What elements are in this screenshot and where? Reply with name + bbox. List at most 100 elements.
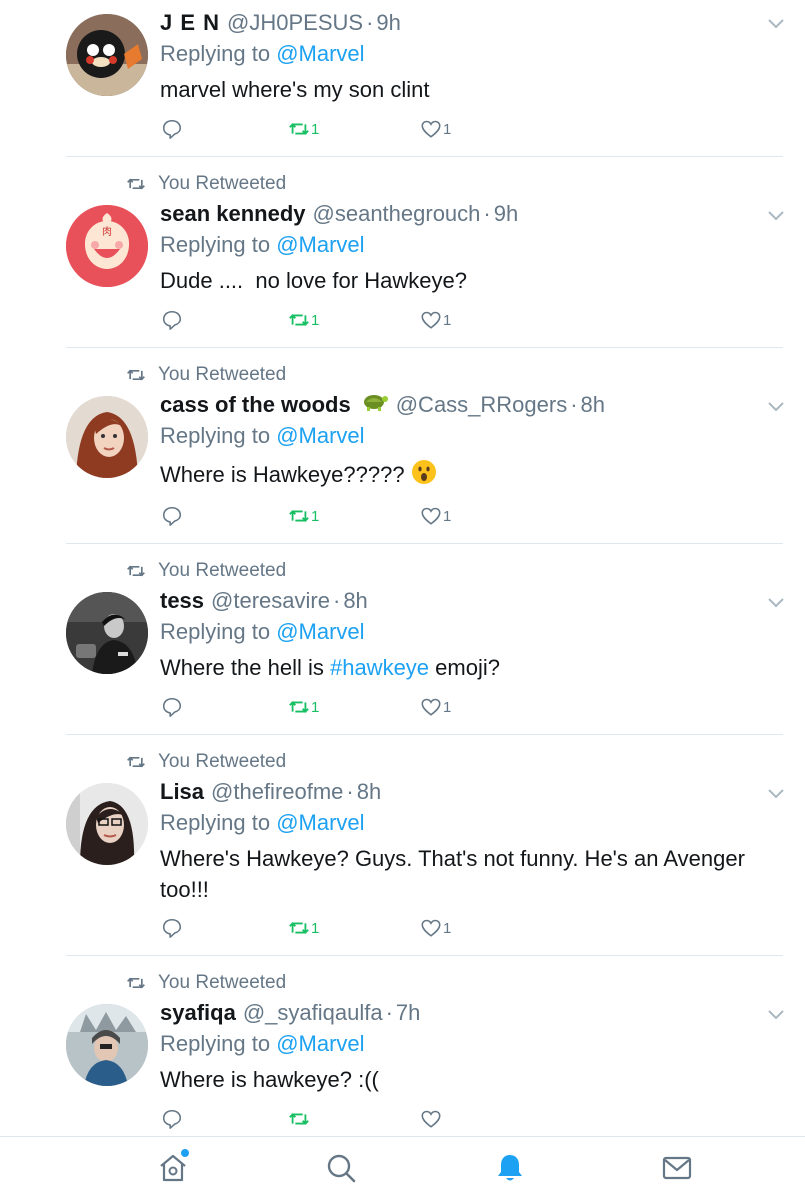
tweet-actions: 1 1 bbox=[0, 917, 805, 941]
chevron-down-icon[interactable] bbox=[767, 1009, 785, 1021]
tweet[interactable]: You Retweeted Lisa @thefireofme · 8h Rep… bbox=[0, 750, 805, 956]
tweet-text-body: Where's Hawkeye? Guys. That's not funny.… bbox=[160, 846, 745, 902]
avatar[interactable] bbox=[66, 592, 148, 674]
like-button[interactable]: 1 bbox=[420, 118, 451, 140]
user-handle[interactable]: @JH0PESUS bbox=[227, 10, 363, 36]
retweet-button[interactable]: 1 bbox=[288, 917, 319, 939]
timestamp[interactable]: 7h bbox=[396, 1000, 420, 1026]
replying-prefix: Replying to bbox=[160, 232, 271, 257]
like-button[interactable]: 1 bbox=[420, 696, 451, 718]
display-name[interactable]: syafiqa bbox=[160, 1000, 236, 1026]
chevron-down-icon[interactable] bbox=[767, 210, 785, 222]
separator: · bbox=[385, 1000, 393, 1025]
timestamp[interactable]: 9h bbox=[376, 10, 400, 36]
tweet-text-body: Where is Hawkeye????? bbox=[160, 462, 405, 487]
retweet-button[interactable]: 1 bbox=[288, 309, 319, 331]
timestamp[interactable]: 8h bbox=[343, 588, 367, 614]
tweet-text-body: Dude .... no love for Hawkeye? bbox=[160, 268, 467, 293]
retweet-icon bbox=[289, 1113, 309, 1125]
tweet[interactable]: You Retweeted 肉 sean kennedy @seanthegro… bbox=[0, 172, 805, 348]
avatar[interactable] bbox=[66, 396, 148, 478]
replying-prefix: Replying to bbox=[160, 1031, 271, 1056]
retweeted-context: You Retweeted bbox=[126, 559, 286, 583]
hashtag-link[interactable]: #hawkeye bbox=[330, 655, 429, 680]
tweet-text: Where is hawkeye? :(( bbox=[160, 1064, 790, 1095]
reply-button[interactable] bbox=[161, 1108, 183, 1130]
retweet-icon bbox=[289, 922, 309, 934]
bell-icon bbox=[498, 1155, 522, 1181]
mention-link[interactable]: @Marvel bbox=[276, 423, 364, 448]
timestamp[interactable]: 9h bbox=[494, 201, 518, 227]
display-name[interactable]: cass of the woods bbox=[160, 392, 351, 418]
tweet[interactable]: J E N @JH0PESUS · 9h Replying to @Marvel… bbox=[0, 0, 805, 157]
chevron-down-icon[interactable] bbox=[767, 788, 785, 800]
tweet[interactable]: You Retweeted cass of the woods @Cass_RR… bbox=[0, 363, 805, 543]
user-handle[interactable]: @Cass_RRogers bbox=[396, 392, 568, 418]
heart-icon bbox=[421, 698, 441, 716]
user-handle[interactable]: @_syafiqaulfa bbox=[243, 1000, 383, 1026]
retweeted-label: You Retweeted bbox=[158, 364, 287, 385]
tweet[interactable]: You Retweeted tess @teresavire · 8h Repl… bbox=[0, 559, 805, 735]
reply-button[interactable] bbox=[161, 505, 183, 527]
retweet-button[interactable] bbox=[288, 1108, 311, 1130]
replying-prefix: Replying to bbox=[160, 619, 271, 644]
timeline-feed[interactable]: J E N @JH0PESUS · 9h Replying to @Marvel… bbox=[0, 0, 805, 1136]
display-name[interactable]: sean kennedy bbox=[160, 201, 306, 227]
user-handle[interactable]: @teresavire bbox=[211, 588, 330, 614]
tweet[interactable]: You Retweeted syafiqa @_syafiqaulfa · 7h… bbox=[0, 971, 805, 1136]
tweet-header: Lisa @thefireofme · 8h bbox=[160, 777, 381, 807]
astonished-face-emoji-icon bbox=[411, 459, 437, 493]
mention-link[interactable]: @Marvel bbox=[276, 1031, 364, 1056]
tweet-divider bbox=[66, 734, 783, 735]
like-button[interactable]: 1 bbox=[420, 505, 451, 527]
user-handle[interactable]: @seanthegrouch bbox=[313, 201, 481, 227]
reply-button[interactable] bbox=[161, 696, 183, 718]
mention-link[interactable]: @Marvel bbox=[276, 232, 364, 257]
mention-link[interactable]: @Marvel bbox=[276, 619, 364, 644]
retweet-icon bbox=[289, 701, 309, 713]
reply-icon bbox=[162, 918, 182, 938]
retweet-icon bbox=[289, 314, 309, 326]
like-button[interactable]: 1 bbox=[420, 917, 451, 939]
avatar[interactable]: 肉 bbox=[66, 205, 148, 287]
like-count: 1 bbox=[443, 698, 452, 716]
like-button[interactable]: 1 bbox=[420, 309, 451, 331]
avatar[interactable] bbox=[66, 14, 148, 96]
separator: · bbox=[366, 10, 374, 35]
tweet-divider bbox=[66, 347, 783, 348]
heart-icon bbox=[421, 311, 441, 329]
mention-link[interactable]: @Marvel bbox=[276, 810, 364, 835]
tweet-header: syafiqa @_syafiqaulfa · 7h bbox=[160, 998, 420, 1028]
chevron-down-icon[interactable] bbox=[767, 401, 785, 413]
user-handle[interactable]: @thefireofme bbox=[211, 779, 343, 805]
tab-home[interactable] bbox=[156, 1149, 190, 1185]
tab-notifications[interactable] bbox=[493, 1151, 527, 1185]
display-name[interactable]: Lisa bbox=[160, 779, 204, 805]
display-name[interactable]: tess bbox=[160, 588, 204, 614]
display-name[interactable]: J E N bbox=[160, 10, 220, 36]
avatar[interactable] bbox=[66, 783, 148, 865]
avatar[interactable] bbox=[66, 1004, 148, 1086]
chevron-down-icon[interactable] bbox=[767, 597, 785, 609]
mention-link[interactable]: @Marvel bbox=[276, 41, 364, 66]
tab-search[interactable] bbox=[324, 1151, 358, 1185]
tweet-text: Dude .... no love for Hawkeye? bbox=[160, 265, 790, 296]
like-button[interactable] bbox=[420, 1108, 443, 1130]
replying-prefix: Replying to bbox=[160, 423, 271, 448]
retweet-button[interactable]: 1 bbox=[288, 118, 319, 140]
tweet-text-after: emoji? bbox=[429, 655, 500, 680]
tab-messages[interactable] bbox=[660, 1151, 694, 1185]
reply-button[interactable] bbox=[161, 309, 183, 331]
heart-icon bbox=[421, 1110, 441, 1128]
timestamp[interactable]: 8h bbox=[357, 779, 381, 805]
retweet-icon bbox=[127, 565, 145, 577]
reply-button[interactable] bbox=[161, 118, 183, 140]
reply-button[interactable] bbox=[161, 917, 183, 939]
tweet-text: Where the hell is #hawkeye emoji? bbox=[160, 652, 790, 683]
retweet-icon bbox=[127, 756, 145, 768]
retweet-button[interactable]: 1 bbox=[288, 505, 319, 527]
chevron-down-icon[interactable] bbox=[767, 18, 785, 30]
retweet-button[interactable]: 1 bbox=[288, 696, 319, 718]
timestamp[interactable]: 8h bbox=[581, 392, 605, 418]
retweeted-label: You Retweeted bbox=[158, 560, 287, 581]
